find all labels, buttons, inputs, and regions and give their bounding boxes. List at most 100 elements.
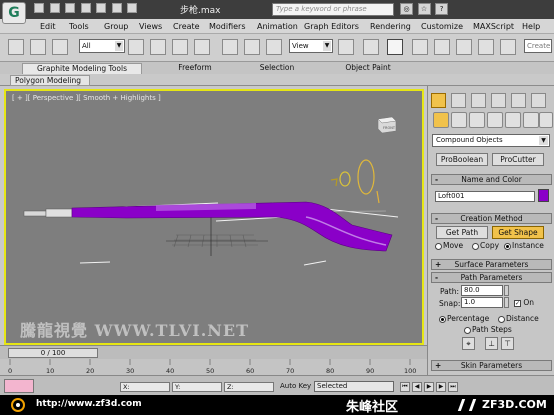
menu-help[interactable]: Help [522,22,540,31]
geometry-category-select[interactable]: Compound Objects ▼ [432,134,550,147]
redo-icon[interactable] [96,3,107,13]
menu-modifiers[interactable]: Modifiers [209,22,246,31]
systems-icon[interactable] [539,112,553,128]
x-coord-field[interactable]: X: [120,382,170,392]
select-manipulate-icon[interactable] [363,39,379,55]
tab-modify-icon[interactable] [451,93,466,108]
rotate-icon[interactable] [244,39,260,55]
save-file-icon[interactable] [65,3,76,13]
viewcube-icon[interactable]: FRONT [374,115,398,135]
helpers-icon[interactable] [505,112,521,128]
next-frame-icon[interactable]: ▶ [436,382,446,392]
menu-maxscript[interactable]: MAXScript [473,22,514,31]
path-value-field[interactable]: 80.0 [461,285,503,296]
reference-coord-select[interactable]: View ▼ [289,39,333,53]
pivot-center-icon[interactable] [338,39,354,55]
skin-parameters-rollout[interactable]: + Skin Parameters [431,360,552,371]
z-coord-field[interactable]: Z: [224,382,274,392]
geometry-icon[interactable] [433,112,449,128]
binoculars-icon[interactable]: ◎ [400,3,413,15]
tab-utilities-icon[interactable] [531,93,546,108]
percentage-radio[interactable]: Percentage [439,314,489,323]
menu-views[interactable]: Views [139,22,162,31]
shapes-icon[interactable] [451,112,467,128]
select-by-name-icon[interactable] [150,39,166,55]
help-icon[interactable]: ? [435,3,449,15]
snap-spinner[interactable] [504,297,509,308]
snap-on-checkbox[interactable]: ✓ On [514,298,534,307]
perspective-viewport[interactable]: [ + ][ Perspective ][ Smooth + Highlight… [4,89,424,345]
search-input[interactable]: Type a keyword or phrase [272,3,394,16]
angle-snap-icon[interactable] [434,39,450,55]
tab-freeform[interactable]: Freeform [170,63,220,74]
surface-parameters-rollout[interactable]: + Surface Parameters [431,259,552,270]
play-icon[interactable]: ▶ [424,382,434,392]
cameras-icon[interactable] [487,112,503,128]
spinner-snap-icon[interactable] [478,39,494,55]
favorites-icon[interactable]: ☆ [417,3,431,15]
undo-icon[interactable] [80,3,91,13]
proboolean-button[interactable]: ProBoolean [436,153,488,166]
track-bar[interactable]: 0 10 20 30 40 50 60 70 80 90 100 [0,359,427,375]
fetch-icon[interactable] [127,3,138,13]
get-shape-button[interactable]: Get Shape [492,226,544,239]
percent-snap-icon[interactable] [456,39,472,55]
tab-selection[interactable]: Selection [252,63,302,74]
name-and-color-rollout[interactable]: - Name and Color [431,174,552,185]
tab-polygon-modeling[interactable]: Polygon Modeling [10,75,90,86]
tab-hierarchy-icon[interactable] [471,93,486,108]
creation-method-rollout[interactable]: - Creation Method [431,213,552,224]
path-parameters-rollout[interactable]: - Path Parameters [431,272,552,283]
menu-edit[interactable]: Edit [40,22,56,31]
procutter-button[interactable]: ProCutter [492,153,544,166]
menu-graph-editors[interactable]: Graph Editors [304,22,359,31]
select-object-icon[interactable] [128,39,144,55]
tab-motion-icon[interactable] [491,93,506,108]
hold-icon[interactable] [111,3,122,13]
unlink-icon[interactable] [52,39,68,55]
tab-graphite-modeling-tools[interactable]: Graphite Modeling Tools [22,63,142,74]
move-radio[interactable]: Move [435,241,463,250]
object-name-field[interactable]: Loft001 [435,191,535,202]
menu-rendering[interactable]: Rendering [370,22,411,31]
object-color-swatch[interactable] [538,189,549,202]
auto-key-button[interactable]: Auto Key [280,382,311,390]
snap-value-field[interactable]: 1.0 [461,297,503,308]
snaps-toggle-icon[interactable] [412,39,428,55]
maxscript-listener-mini[interactable] [4,379,34,393]
previous-frame-icon[interactable]: ◀ [412,382,422,392]
y-coord-field[interactable]: Y: [172,382,222,392]
get-path-button[interactable]: Get Path [436,226,488,239]
select-link-icon[interactable] [30,39,46,55]
undo-arrow-icon[interactable] [8,39,24,55]
previous-shape-icon[interactable]: ⊥ [485,337,498,350]
scale-icon[interactable] [266,39,282,55]
viewport-label[interactable]: [ + ][ Perspective ][ Smooth + Highlight… [12,94,161,102]
app-logo-icon[interactable]: G [2,2,26,24]
time-slider[interactable]: 0 / 100 [8,348,98,358]
selection-filter-select[interactable]: All ▼ [79,39,125,53]
pick-shape-icon[interactable]: ⌖ [462,337,475,350]
open-file-icon[interactable] [49,3,60,13]
tab-display-icon[interactable] [511,93,526,108]
copy-radio[interactable]: Copy [472,241,499,250]
distance-radio[interactable]: Distance [498,314,539,323]
path-spinner[interactable] [504,285,509,296]
go-to-end-icon[interactable]: ⏭ [448,382,458,392]
menu-customize[interactable]: Customize [421,22,463,31]
lights-icon[interactable] [469,112,485,128]
keyboard-shortcut-override-icon[interactable] [387,39,403,55]
instance-radio[interactable]: Instance [504,241,544,250]
next-shape-icon[interactable]: ⊤ [501,337,514,350]
tab-create-icon[interactable] [431,93,446,108]
path-steps-radio[interactable]: Path Steps [464,325,512,334]
go-to-start-icon[interactable]: ⏮ [400,382,410,392]
menu-create[interactable]: Create [173,22,200,31]
named-selection-sets-icon[interactable] [500,39,516,55]
rectangular-selection-icon[interactable] [172,39,188,55]
create-selection-set-field[interactable]: Create [524,39,552,53]
space-warps-icon[interactable] [523,112,539,128]
move-icon[interactable] [222,39,238,55]
menu-tools[interactable]: Tools [69,22,89,31]
tab-object-paint[interactable]: Object Paint [337,63,399,74]
